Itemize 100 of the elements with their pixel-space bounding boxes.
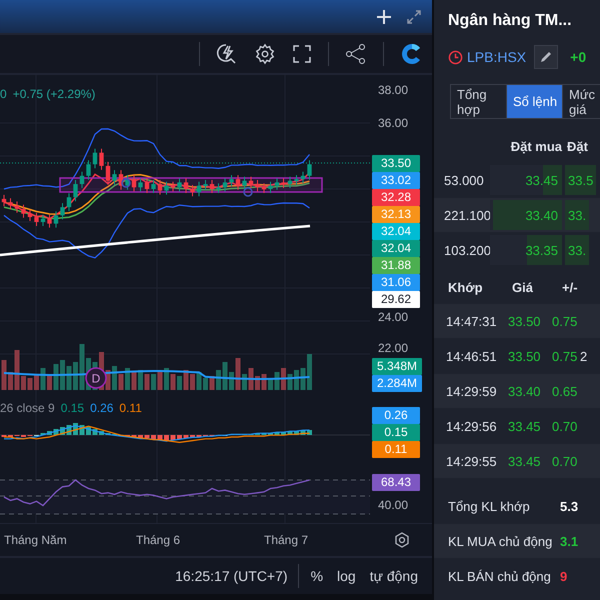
macd-histogram-bar — [60, 427, 65, 435]
match-time: 14:29:56 — [446, 418, 498, 434]
share-icon[interactable] — [345, 43, 367, 65]
volume-bar — [281, 368, 286, 390]
candle — [274, 178, 280, 190]
volume-bar — [203, 378, 208, 390]
candle — [144, 178, 150, 194]
column-header: Đặt — [567, 138, 589, 154]
macd-histogram-bar — [138, 435, 143, 438]
volume-bar — [28, 378, 32, 390]
order-volume: 221.100 — [444, 208, 490, 222]
candle — [47, 214, 52, 228]
macd-histogram-bar — [184, 435, 188, 438]
volume-bar — [132, 372, 136, 390]
volume-bar — [248, 368, 254, 390]
candle — [177, 178, 182, 192]
match-price: 33.45 — [507, 418, 542, 434]
candle — [222, 178, 228, 192]
order-volume: 53.000 — [444, 172, 485, 188]
candle — [158, 180, 162, 196]
macd-tag: 0.26 — [372, 407, 420, 424]
fullscreen-icon[interactable] — [292, 44, 312, 64]
price-change: 0.70 — [552, 418, 578, 434]
volume-bar — [144, 374, 150, 390]
order-volume: 103.200 — [444, 242, 490, 258]
circle-marker — [243, 187, 253, 197]
lightning-search-icon[interactable] — [216, 43, 238, 65]
volume-bar — [268, 378, 273, 390]
candle — [216, 182, 221, 194]
match-price: 33.40 — [507, 384, 542, 398]
macd-histogram-bar — [274, 432, 280, 435]
volume-bar — [262, 374, 266, 390]
volume-bar — [242, 374, 247, 390]
symbol-link[interactable]: LPB:HSX — [467, 49, 526, 65]
price-change: 0.75 — [552, 314, 578, 328]
candle — [28, 209, 32, 222]
ask-price: 33.5 — [565, 165, 596, 195]
match-price: 33.45 — [507, 454, 542, 468]
volume-bar — [151, 374, 156, 390]
candle — [255, 180, 260, 192]
column-header: +/- — [562, 280, 579, 294]
volume-bar — [184, 370, 188, 390]
candle — [112, 170, 117, 186]
match-price: 33.50 — [507, 314, 542, 328]
volume-bar — [106, 370, 110, 390]
tab[interactable]: Sổ lệnh — [507, 85, 563, 118]
candle — [138, 178, 143, 192]
macd-histogram-bar — [99, 431, 104, 435]
candle — [300, 171, 306, 184]
macd-histogram-bar — [86, 427, 91, 435]
macd-histogram-bar — [300, 430, 306, 435]
tab[interactable]: Mức giá — [563, 85, 600, 118]
edit-button[interactable] — [534, 45, 558, 69]
candle — [2, 194, 6, 207]
summary-value: 3.1 — [560, 534, 580, 548]
scale-button[interactable]: % — [308, 566, 326, 586]
candle — [190, 184, 195, 197]
summary-label: KL MUA chủ động — [448, 534, 554, 548]
volume-bar — [80, 344, 84, 390]
macd-tag: 0.11 — [372, 441, 420, 458]
candle — [21, 204, 26, 218]
clock-time: 16:25:17 (UTC+7) — [175, 568, 288, 584]
bid-price: 33.35 — [525, 242, 558, 258]
volume-bar — [73, 362, 78, 390]
scale-button[interactable]: log — [335, 566, 358, 586]
pencil-icon — [539, 50, 554, 64]
volume-bar — [288, 374, 292, 390]
macd-legend-value: 0.11 — [119, 401, 142, 415]
summary-label: Tổng KL khớp — [448, 498, 531, 514]
volume-bar — [307, 354, 312, 390]
rsi-axis-label: 40.00 — [378, 498, 408, 512]
plus-icon[interactable] — [376, 8, 392, 24]
macd-histogram-bar — [177, 435, 182, 439]
candle — [54, 210, 58, 228]
candle — [170, 181, 176, 192]
candle — [40, 214, 46, 226]
scale-button[interactable]: tự động — [368, 566, 420, 586]
price-tag: 33.50 — [372, 155, 420, 172]
hexagon-settings-icon[interactable] — [394, 532, 410, 548]
volume-bar — [300, 368, 306, 390]
price-tag: 29.62 — [372, 291, 420, 308]
volume-bar — [216, 370, 221, 390]
candle — [8, 198, 13, 210]
volume-bar — [164, 368, 169, 390]
rsi-tag: 68.43 — [372, 474, 420, 491]
candle — [132, 174, 136, 192]
settings-icon[interactable] — [254, 43, 276, 65]
price-value: 0 — [0, 87, 7, 101]
candle — [34, 212, 39, 226]
volume-bar — [66, 366, 72, 390]
ask-price: 33. — [565, 235, 590, 265]
time-axis-label: Tháng 7 — [264, 533, 308, 547]
macd-histogram-bar — [170, 435, 176, 440]
macd-histogram-bar — [281, 432, 286, 435]
price-change: +0 — [570, 49, 586, 65]
bid-price: 33.45 — [525, 172, 558, 188]
macd-histogram-bar — [294, 431, 299, 435]
match-time: 14:29:59 — [446, 384, 498, 398]
expand-icon[interactable] — [406, 8, 422, 24]
candle — [106, 161, 110, 186]
